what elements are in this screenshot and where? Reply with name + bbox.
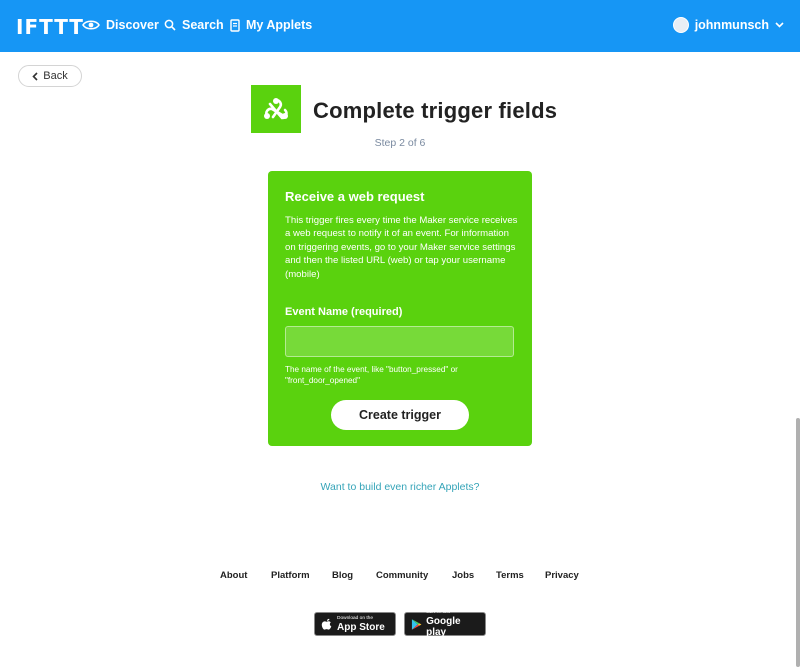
- ifttt-logo[interactable]: IFTTT: [16, 15, 84, 39]
- nav-discover[interactable]: Discover: [82, 18, 159, 32]
- chevron-down-icon: [775, 22, 784, 28]
- footer-link-privacy[interactable]: Privacy: [545, 570, 579, 581]
- user-menu[interactable]: johnmunsch: [672, 17, 784, 33]
- maker-service-icon: [251, 85, 301, 133]
- trigger-description: This trigger fires every time the Maker …: [285, 215, 518, 280]
- footer-link-platform[interactable]: Platform: [271, 570, 310, 581]
- step-indicator: Step 2 of 6: [374, 137, 426, 149]
- footer-link-community[interactable]: Community: [376, 570, 428, 581]
- top-nav-bar: IFTTT Discover Search My Applets johnmun…: [0, 0, 800, 52]
- avatar: [672, 17, 689, 33]
- page-title: Complete trigger fields: [313, 98, 558, 123]
- google-play-icon: [411, 618, 422, 630]
- event-name-help: The name of the event, like "button_pres…: [285, 365, 458, 385]
- richer-applets-link[interactable]: Want to build even richer Applets?: [0, 481, 800, 493]
- app-store-badge[interactable]: Download on the App Store: [314, 612, 396, 636]
- nav-search-label: Search: [182, 18, 224, 32]
- page-scrollbar[interactable]: [796, 418, 800, 667]
- chevron-left-icon: [32, 71, 38, 81]
- username: johnmunsch: [694, 18, 769, 32]
- eye-icon: [82, 20, 100, 30]
- webhooks-icon: [264, 98, 288, 120]
- google-play-badge[interactable]: GET IT ON Google play: [404, 610, 486, 638]
- footer-link-terms[interactable]: Terms: [496, 570, 524, 581]
- nav-discover-label: Discover: [106, 18, 159, 32]
- footer-link-blog[interactable]: Blog: [332, 570, 353, 581]
- back-label: Back: [43, 70, 68, 82]
- trigger-title: Receive a web request: [285, 189, 425, 204]
- create-trigger-button[interactable]: Create trigger: [331, 400, 469, 430]
- back-button[interactable]: Back: [18, 65, 82, 87]
- event-name-label: Event Name (required): [285, 306, 403, 318]
- google-play-big-text: Google play: [426, 616, 461, 638]
- footer-link-jobs[interactable]: Jobs: [452, 570, 474, 581]
- trigger-card: Receive a web request This trigger fires…: [268, 171, 532, 446]
- app-store-big-text: App Store: [337, 621, 385, 633]
- apple-icon: [321, 618, 332, 630]
- search-icon: [164, 19, 176, 31]
- nav-my-applets[interactable]: My Applets: [230, 18, 312, 32]
- footer-link-about[interactable]: About: [220, 570, 247, 581]
- applets-icon: [230, 18, 240, 32]
- nav-my-applets-label: My Applets: [246, 18, 313, 32]
- event-name-input[interactable]: [285, 326, 514, 357]
- nav-search[interactable]: Search: [164, 18, 224, 32]
